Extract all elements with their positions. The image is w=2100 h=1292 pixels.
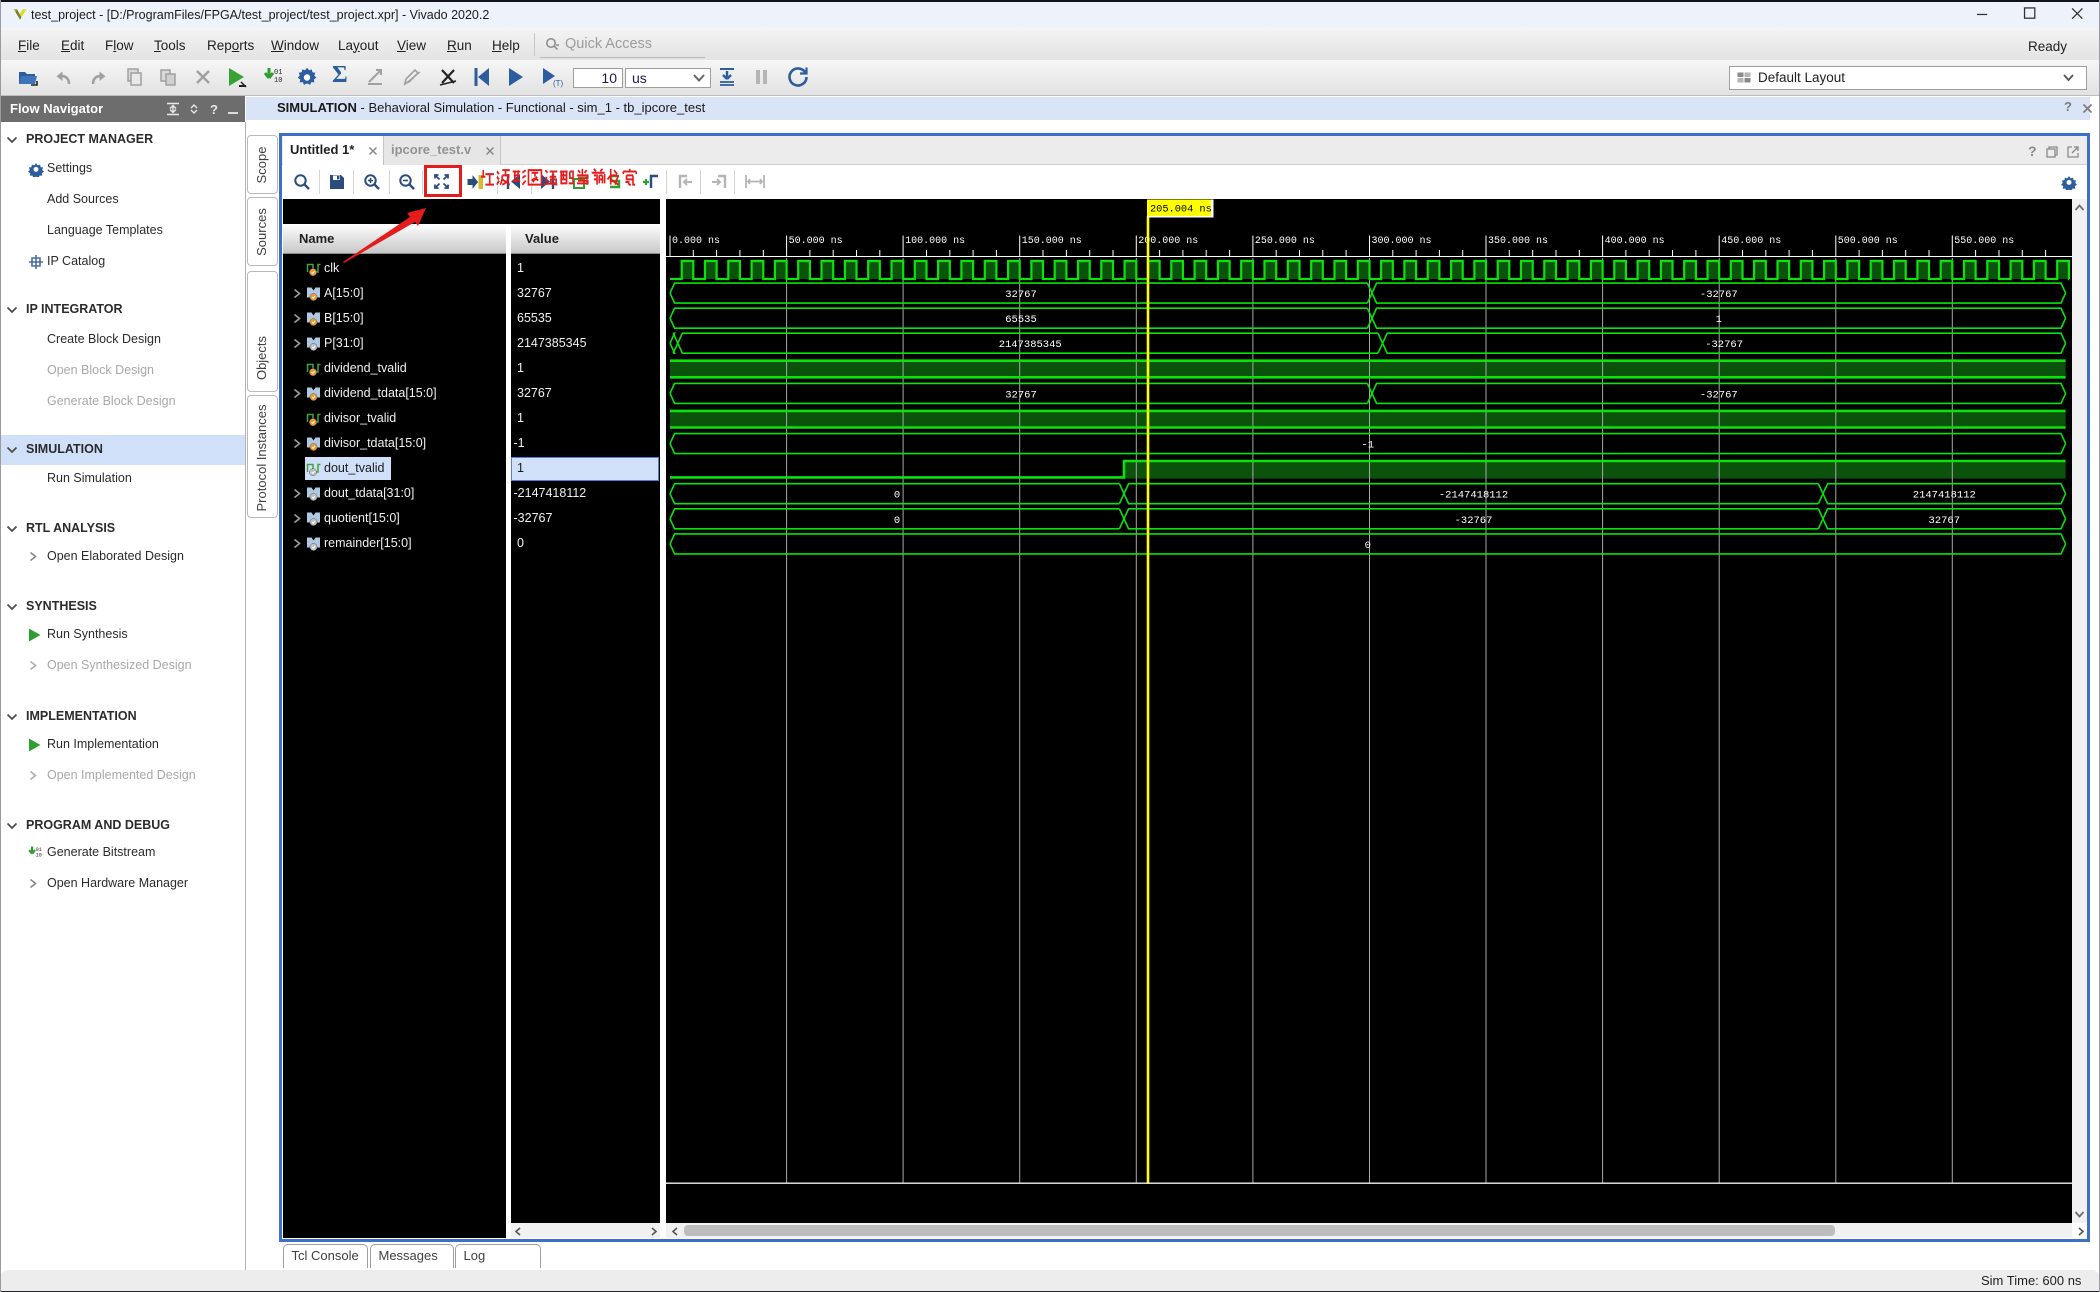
svg-text:?: ? — [210, 102, 218, 116]
svg-text:-32767: -32767 — [1705, 339, 1743, 351]
svg-text:0: 0 — [894, 515, 900, 527]
svg-text:01: 01 — [274, 69, 282, 77]
svg-text:10: 10 — [274, 77, 282, 85]
svg-text:300.000 ns: 300.000 ns — [1372, 236, 1432, 247]
svg-text:0.000 ns: 0.000 ns — [672, 236, 720, 247]
svg-text:32767: 32767 — [1005, 289, 1037, 301]
svg-text:450.000 ns: 450.000 ns — [1721, 236, 1781, 247]
svg-text:10: 10 — [36, 853, 42, 859]
svg-text:2147385345: 2147385345 — [999, 339, 1062, 351]
svg-text:(T): (T) — [553, 79, 564, 88]
svg-text:32767: 32767 — [1929, 515, 1961, 527]
svg-text:100.000 ns: 100.000 ns — [905, 236, 965, 247]
svg-text:-2147418112: -2147418112 — [1439, 490, 1508, 502]
svg-text:350.000 ns: 350.000 ns — [1488, 236, 1548, 247]
svg-text:400.000 ns: 400.000 ns — [1605, 236, 1665, 247]
svg-text:50.000 ns: 50.000 ns — [789, 236, 843, 247]
svg-text:250.000 ns: 250.000 ns — [1255, 236, 1315, 247]
svg-text:-32767: -32767 — [1700, 289, 1738, 301]
svg-text:0: 0 — [894, 490, 900, 502]
svg-text:550.000 ns: 550.000 ns — [1954, 236, 2014, 247]
svg-text:2147418112: 2147418112 — [1913, 490, 1976, 502]
svg-text:1: 1 — [1716, 314, 1722, 326]
svg-text:500.000 ns: 500.000 ns — [1838, 236, 1898, 247]
svg-text:-32767: -32767 — [1455, 515, 1493, 527]
svg-text:65535: 65535 — [1005, 314, 1037, 326]
svg-text:0: 0 — [1365, 540, 1371, 552]
svg-text:-1: -1 — [1361, 440, 1374, 452]
svg-text:205.004 ns: 205.004 ns — [1150, 204, 1212, 216]
svg-text:32767: 32767 — [1005, 389, 1037, 401]
svg-text:01: 01 — [36, 847, 42, 853]
svg-text:-32767: -32767 — [1700, 389, 1738, 401]
svg-text:150.000 ns: 150.000 ns — [1022, 236, 1082, 247]
